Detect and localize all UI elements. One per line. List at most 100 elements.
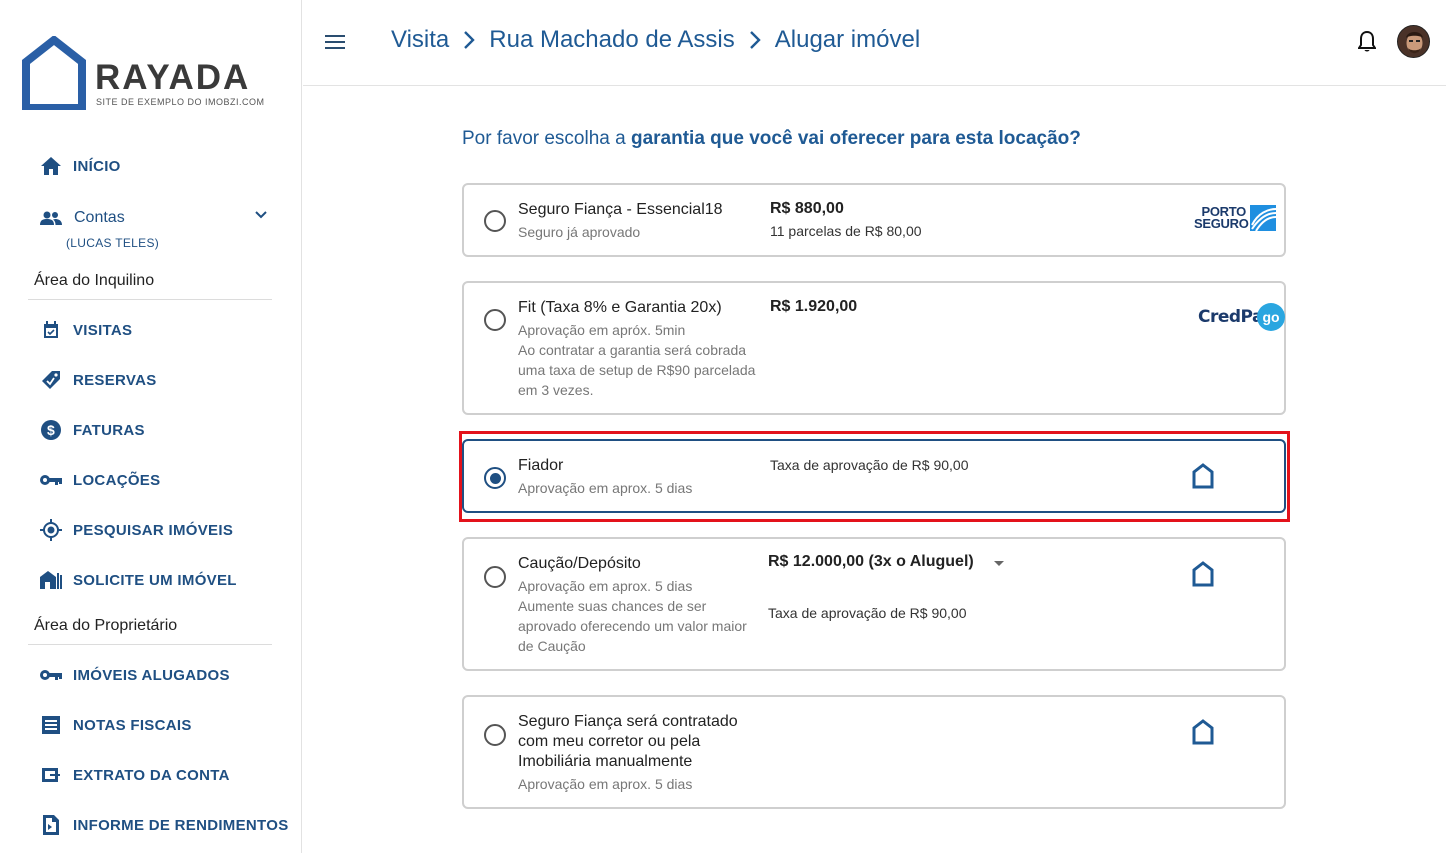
option-price-detail: 11 parcelas de R$ 80,00 [770, 223, 922, 239]
avatar[interactable] [1397, 25, 1430, 58]
nav-contas[interactable]: Contas [40, 206, 272, 230]
nav-solicite-label: SOLICITE UM IMÓVEL [73, 571, 237, 589]
document-export-icon [40, 814, 62, 836]
nav-contas-label: Contas [74, 209, 125, 226]
brand-tagline: SITE DE EXEMPLO DO IMOBZI.COM [96, 97, 265, 107]
guarantee-option-caucao[interactable]: Caução/Depósito Aprovação em aprox. 5 di… [462, 537, 1286, 671]
calendar-check-icon [40, 319, 62, 341]
house-logo-icon [22, 36, 86, 110]
chevron-down-icon[interactable] [254, 208, 268, 227]
radio-button[interactable] [484, 309, 506, 331]
option-description: Aprovação em apróx. 5min [518, 322, 686, 338]
nav-inicio-label: INÍCIO [73, 157, 121, 175]
nav-locacoes-label: LOCAÇÕES [73, 471, 161, 489]
guarantee-option-seguro-manual[interactable]: Seguro Fiança será contratado com meu co… [462, 695, 1286, 809]
option-title: Fiador [518, 457, 564, 474]
option-price-detail: Taxa de aprovação de R$ 90,00 [770, 457, 969, 473]
porto-seguro-logo-text: PORTO SEGURO [1194, 204, 1249, 231]
divider [28, 644, 272, 645]
option-price: R$ 1.920,00 [770, 298, 858, 315]
porto-seguro-logo: PORTO SEGURO [1194, 205, 1276, 231]
house-icon [1192, 719, 1214, 745]
nav-locacoes[interactable]: LOCAÇÕES [40, 468, 160, 492]
brand-name: RAYADA [95, 58, 251, 97]
question-bold: garantia que você vai oferecer para esta… [630, 128, 1081, 149]
divider [28, 299, 272, 300]
nav-visitas[interactable]: VISITAS [40, 318, 132, 342]
wallet-icon [40, 764, 62, 786]
option-price: R$ 880,00 [770, 200, 844, 217]
credpago-go-badge: go [1257, 303, 1286, 331]
porto-seguro-mark-icon [1250, 205, 1276, 231]
option-description: Aprovação em aprox. 5 dias [518, 578, 693, 594]
radio-button[interactable] [484, 210, 506, 232]
breadcrumb-item[interactable]: Visita [391, 26, 449, 54]
option-note: Ao contratar a garantia será cobrada uma… [518, 342, 756, 398]
breadcrumb-item: Alugar imóvel [774, 26, 921, 53]
nav-faturas-label: FATURAS [73, 421, 145, 439]
breadcrumb-item[interactable]: Rua Machado de Assis [489, 26, 734, 54]
option-description: Seguro já aprovado [518, 224, 641, 240]
owner-section-title: Área do Proprietário [34, 617, 178, 634]
key-icon [40, 469, 62, 491]
sidebar: RAYADA SITE DE EXEMPLO DO IMOBZI.COM INÍ… [0, 0, 302, 853]
nav-reservas[interactable]: RESERVAS [40, 368, 157, 392]
house-icon [1192, 561, 1214, 587]
nav-informe[interactable]: INFORME DE RENDIMENTOS [40, 813, 289, 837]
nav-solicite[interactable]: SOLICITE UM IMÓVEL [40, 568, 237, 592]
house-icon [1192, 463, 1214, 489]
home-icon [40, 155, 62, 177]
brand-logo[interactable]: RAYADA SITE DE EXEMPLO DO IMOBZI.COM [22, 36, 282, 112]
tag-check-icon [40, 369, 62, 391]
question-prefix: Por favor escolha a [462, 128, 631, 149]
list-box-icon [40, 714, 62, 736]
option-description: Aprovação em aprox. 5 dias [518, 776, 693, 792]
tenant-section-title: Área do Inquilino [34, 272, 155, 289]
chevron-right-icon [749, 30, 761, 50]
option-title: Fit (Taxa 8% e Garantia 20x) [518, 299, 722, 316]
crosshair-icon [40, 519, 62, 541]
guarantee-option-fiador[interactable]: Fiador Aprovação em aprox. 5 dias Taxa d… [462, 439, 1286, 513]
option-description: Aprovação em aprox. 5 dias [518, 480, 693, 496]
page-title: Por favor escolha a garantia que você va… [462, 128, 1081, 150]
option-title: Caução/Depósito [518, 555, 641, 572]
nav-pesquisar-label: PESQUISAR IMÓVEIS [73, 521, 234, 539]
credpago-logo: CredPa go [1198, 303, 1286, 331]
top-bar: Visita Rua Machado de Assis Alugar imóve… [303, 0, 1446, 86]
nav-extrato[interactable]: EXTRATO DA CONTA [40, 763, 230, 787]
option-title: Seguro Fiança - Essencial18 [518, 201, 723, 218]
contas-user: (LUCAS TELES) [66, 236, 160, 250]
radio-button-selected[interactable] [484, 467, 506, 489]
option-note: Aumente suas chances de ser aprovado ofe… [518, 598, 747, 654]
nav-faturas[interactable]: $ FATURAS [40, 418, 145, 442]
key-icon [40, 664, 62, 686]
users-icon [40, 211, 64, 225]
option-price-detail: Taxa de aprovação de R$ 90,00 [768, 605, 967, 621]
radio-button[interactable] [484, 724, 506, 746]
credpago-logo-text: CredPa [1198, 307, 1264, 327]
nav-informe-label: INFORME DE RENDIMENTOS [73, 816, 289, 834]
house-search-icon [40, 569, 62, 591]
nav-pesquisar[interactable]: PESQUISAR IMÓVEIS [40, 518, 233, 542]
nav-inicio[interactable]: INÍCIO [40, 154, 121, 178]
nav-notas-fiscais-label: NOTAS FISCAIS [73, 716, 192, 734]
guarantee-option-seguro-fianca[interactable]: Seguro Fiança - Essencial18 Seguro já ap… [462, 183, 1286, 257]
dropdown-arrow-icon[interactable] [994, 561, 1004, 566]
nav-notas-fiscais[interactable]: NOTAS FISCAIS [40, 713, 192, 737]
radio-button[interactable] [484, 566, 506, 588]
guarantee-option-fit[interactable]: Fit (Taxa 8% e Garantia 20x) Aprovação e… [462, 281, 1286, 415]
nav-extrato-label: EXTRATO DA CONTA [73, 766, 230, 784]
nav-reservas-label: RESERVAS [73, 371, 157, 389]
bell-icon[interactable] [1357, 30, 1377, 58]
nav-imoveis-alugados-label: IMÓVEIS ALUGADOS [73, 666, 230, 684]
nav-imoveis-alugados[interactable]: IMÓVEIS ALUGADOS [40, 663, 230, 687]
chevron-right-icon [463, 30, 475, 50]
svg-text:$: $ [47, 422, 55, 438]
option-price: R$ 12.000,00 (3x o Aluguel) [768, 553, 974, 570]
dollar-circle-icon: $ [40, 419, 62, 441]
breadcrumb: Visita Rua Machado de Assis Alugar imóve… [391, 26, 920, 54]
nav-visitas-label: VISITAS [73, 321, 133, 339]
hamburger-menu-icon[interactable] [325, 30, 349, 54]
option-title: Seguro Fiança será contratado com meu co… [518, 713, 738, 770]
caucao-amount-select[interactable]: R$ 12.000,00 (3x o Aluguel) [768, 553, 1004, 571]
